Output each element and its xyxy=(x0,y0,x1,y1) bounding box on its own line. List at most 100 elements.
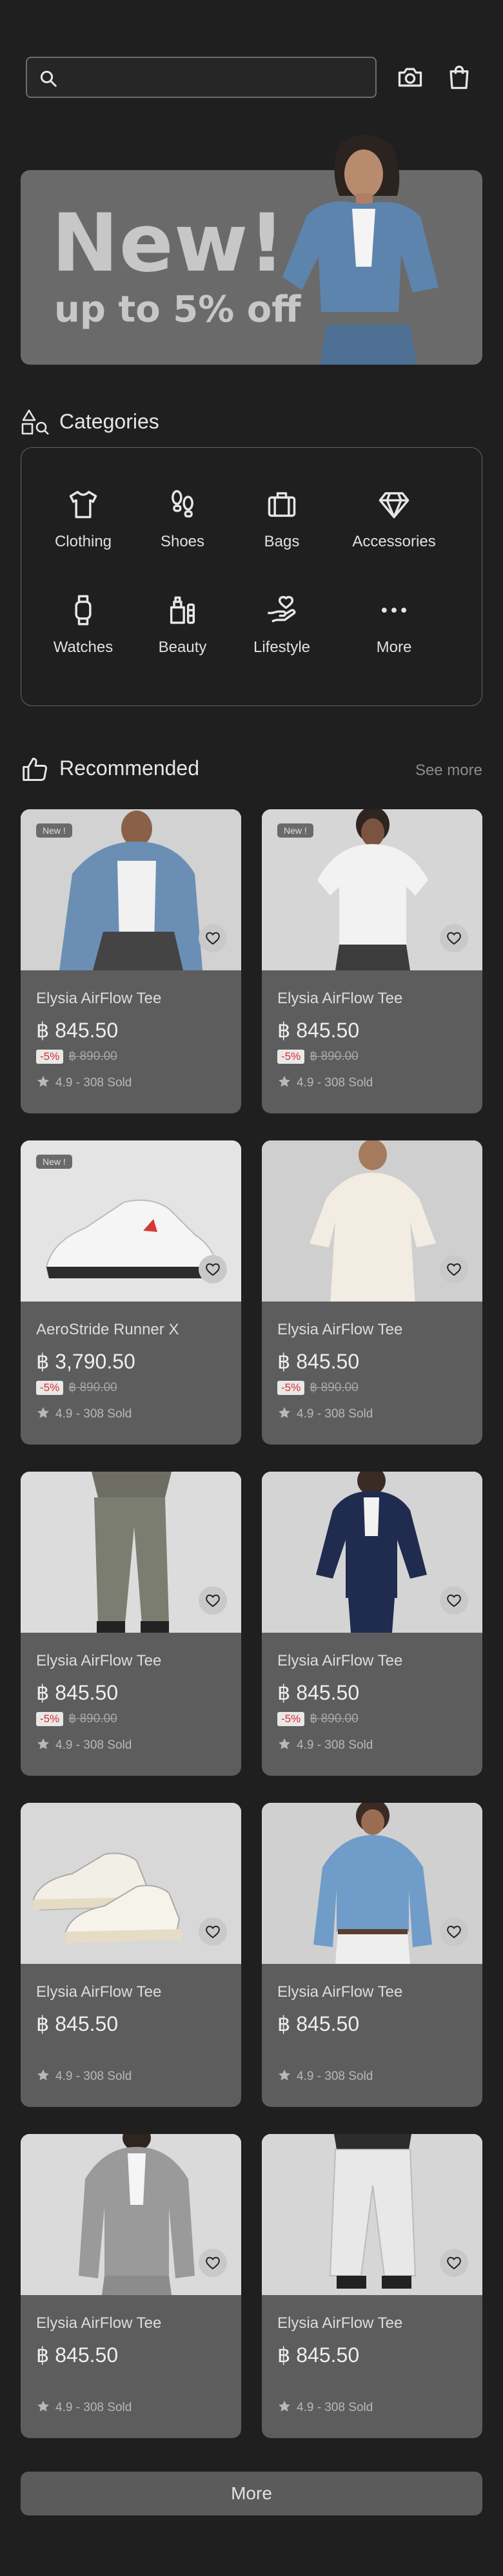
favorite-button[interactable] xyxy=(199,924,227,952)
heart-icon xyxy=(206,1263,220,1276)
discount-badge: -5% xyxy=(36,1711,64,1726)
rating: 4.9 - 308 Sold xyxy=(277,1075,373,1090)
category-lifestyle[interactable]: Lifestyle xyxy=(230,593,333,664)
product-card[interactable]: Elysia AirFlow Tee ฿ 845.50 -5% ฿ 890.00 … xyxy=(21,1472,241,1776)
rating: 4.9 - 308 Sold xyxy=(277,1737,373,1753)
product-price: ฿ 845.50 xyxy=(36,1681,119,1704)
top-bar xyxy=(26,57,477,98)
category-beauty[interactable]: Beauty xyxy=(131,593,234,664)
category-label: Accessories xyxy=(352,533,436,550)
category-label: Clothing xyxy=(54,533,112,550)
rating: 4.9 - 308 Sold xyxy=(36,1075,132,1090)
heart-icon xyxy=(206,1594,220,1608)
recommended-header: Recommended See more xyxy=(21,753,482,783)
rating: 4.9 - 308 Sold xyxy=(36,2068,132,2084)
original-price: ฿ 890.00 xyxy=(310,1050,359,1063)
more-button[interactable]: More xyxy=(21,2472,482,2515)
favorite-button[interactable] xyxy=(440,1918,468,1946)
category-label: Beauty xyxy=(158,639,207,656)
product-card[interactable]: New ! Elysia AirFlow Tee ฿ 845.50 -5% ฿ 8… xyxy=(21,809,241,1113)
product-name: Elysia AirFlow Tee xyxy=(277,1652,403,1669)
categories-panel: Clothing Shoes Bags Accessories Watches … xyxy=(21,447,482,706)
rating-text: 4.9 - 308 Sold xyxy=(55,1738,132,1752)
product-price: ฿ 845.50 xyxy=(36,1019,119,1042)
product-card[interactable]: Elysia AirFlow Tee ฿ 845.50 4.9 - 308 So… xyxy=(21,1803,241,2107)
favorite-button[interactable] xyxy=(199,1586,227,1615)
star-icon xyxy=(37,1738,49,1749)
category-bags[interactable]: Bags xyxy=(230,488,333,559)
search-icon xyxy=(40,70,57,87)
product-name: Elysia AirFlow Tee xyxy=(277,990,403,1007)
favorite-button[interactable] xyxy=(199,2249,227,2277)
product-card[interactable]: New ! Elysia AirFlow Tee ฿ 845.50 -5% ฿ 8… xyxy=(262,809,482,1113)
star-icon xyxy=(279,2400,290,2412)
product-name: Elysia AirFlow Tee xyxy=(277,2314,403,2332)
category-clothing[interactable]: Clothing xyxy=(32,488,135,559)
search-bar[interactable] xyxy=(26,57,377,98)
heart-icon xyxy=(206,2256,220,2270)
original-price: ฿ 890.00 xyxy=(68,1712,117,1725)
shopping-bag-icon[interactable] xyxy=(445,63,473,91)
favorite-button[interactable] xyxy=(440,1255,468,1283)
promo-banner[interactable]: New! up to 5% off xyxy=(21,135,482,365)
original-price: ฿ 890.00 xyxy=(310,1381,359,1394)
favorite-button[interactable] xyxy=(440,2249,468,2277)
recommended-title: Recommended xyxy=(59,756,199,780)
categories-header: Categories xyxy=(21,406,482,437)
category-shoes[interactable]: Shoes xyxy=(131,488,234,559)
discount-badge: -5% xyxy=(277,1049,305,1064)
rating-text: 4.9 - 308 Sold xyxy=(297,1738,373,1752)
product-card[interactable]: Elysia AirFlow Tee ฿ 845.50 4.9 - 308 So… xyxy=(262,1803,482,2107)
discount-row: -5% ฿ 890.00 xyxy=(36,1711,117,1727)
briefcase-icon xyxy=(268,492,296,517)
product-card[interactable]: Elysia AirFlow Tee ฿ 845.50 -5% ฿ 890.00 … xyxy=(262,1472,482,1776)
heart-icon xyxy=(447,1925,461,1939)
product-card[interactable]: New ! AeroStride Runner X ฿ 3,790.50 -5%… xyxy=(21,1140,241,1445)
favorite-button[interactable] xyxy=(440,1586,468,1615)
category-watches[interactable]: Watches xyxy=(32,593,135,664)
rating-text: 4.9 - 308 Sold xyxy=(55,2070,132,2083)
see-more-link[interactable]: See more xyxy=(415,762,482,780)
star-icon xyxy=(37,2400,49,2412)
discount-badge: -5% xyxy=(277,1711,305,1726)
product-card[interactable]: Elysia AirFlow Tee ฿ 845.50 4.9 - 308 So… xyxy=(21,2134,241,2438)
rating-text: 4.9 - 308 Sold xyxy=(297,2070,373,2083)
category-more[interactable]: More xyxy=(330,593,459,664)
heart-icon xyxy=(447,932,461,945)
category-label: Shoes xyxy=(160,533,205,550)
star-icon xyxy=(37,1407,49,1418)
camera-icon[interactable] xyxy=(396,63,424,91)
rating-text: 4.9 - 308 Sold xyxy=(55,1407,132,1421)
new-badge: New ! xyxy=(277,823,313,838)
discount-badge: -5% xyxy=(277,1380,305,1395)
hand-heart-icon xyxy=(268,595,296,622)
category-label: Bags xyxy=(264,533,300,550)
heart-icon xyxy=(447,2256,461,2270)
star-icon xyxy=(279,1407,290,1418)
original-price: ฿ 890.00 xyxy=(68,1050,117,1063)
product-price: ฿ 845.50 xyxy=(277,2012,360,2035)
product-name: Elysia AirFlow Tee xyxy=(36,2314,162,2332)
search-input[interactable] xyxy=(67,64,364,90)
favorite-button[interactable] xyxy=(199,1255,227,1283)
rating-text: 4.9 - 308 Sold xyxy=(297,1407,373,1421)
category-accessories[interactable]: Accessories xyxy=(330,488,459,559)
heart-icon xyxy=(447,1594,461,1608)
rating-text: 4.9 - 308 Sold xyxy=(55,1076,132,1090)
favorite-button[interactable] xyxy=(199,1918,227,1946)
category-label: Lifestyle xyxy=(253,639,311,656)
heart-icon xyxy=(447,1263,461,1276)
rating: 4.9 - 308 Sold xyxy=(277,2399,373,2415)
product-card[interactable]: Elysia AirFlow Tee ฿ 845.50 4.9 - 308 So… xyxy=(262,2134,482,2438)
product-price: ฿ 845.50 xyxy=(36,2343,119,2367)
discount-row: -5% ฿ 890.00 xyxy=(277,1049,359,1064)
rating: 4.9 - 308 Sold xyxy=(277,2068,373,2084)
tshirt-icon xyxy=(69,490,97,519)
product-card[interactable]: Elysia AirFlow Tee ฿ 845.50 -5% ฿ 890.00 … xyxy=(262,1140,482,1445)
banner-model-image xyxy=(282,135,439,365)
discount-row: -5% ฿ 890.00 xyxy=(277,1711,359,1727)
product-name: Elysia AirFlow Tee xyxy=(36,1652,162,1669)
diamond-icon xyxy=(379,492,409,519)
favorite-button[interactable] xyxy=(440,924,468,952)
discount-row: -5% ฿ 890.00 xyxy=(277,1380,359,1396)
